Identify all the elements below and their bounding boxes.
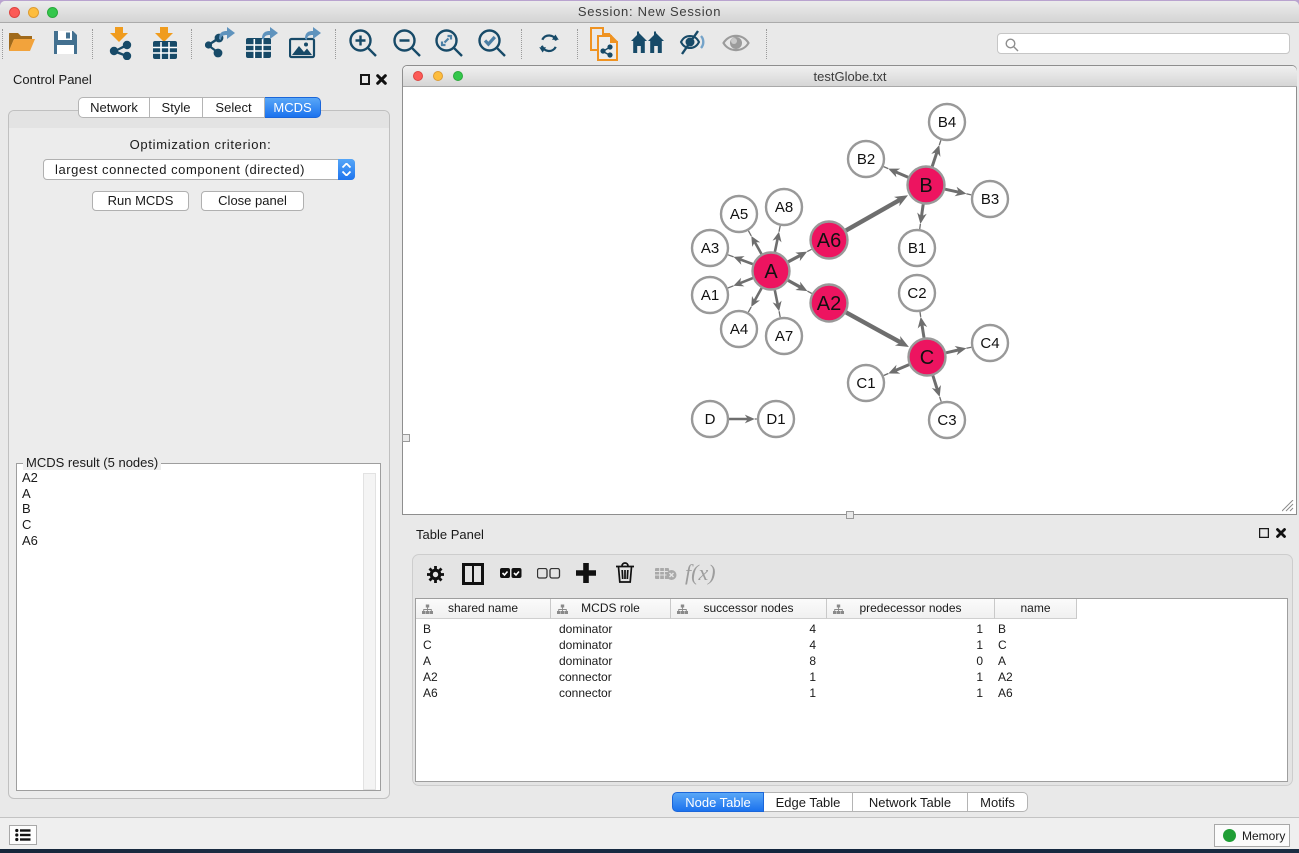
svg-text:A5: A5 <box>730 206 748 223</box>
svg-text:B3: B3 <box>981 191 999 208</box>
svg-text:A3: A3 <box>701 240 719 257</box>
svg-text:B: B <box>919 175 932 197</box>
svg-text:B2: B2 <box>857 151 875 168</box>
svg-text:C2: C2 <box>907 285 926 302</box>
svg-text:C3: C3 <box>937 412 956 429</box>
svg-text:A4: A4 <box>730 321 748 338</box>
svg-text:A1: A1 <box>701 287 719 304</box>
svg-text:C1: C1 <box>856 375 875 392</box>
svg-text:A7: A7 <box>775 328 793 345</box>
svg-text:A8: A8 <box>775 199 793 216</box>
svg-text:A: A <box>764 261 778 283</box>
svg-text:C: C <box>920 347 934 369</box>
svg-text:D: D <box>705 411 716 428</box>
svg-text:B1: B1 <box>908 240 926 257</box>
svg-text:B4: B4 <box>938 114 956 131</box>
svg-text:A6: A6 <box>817 230 841 252</box>
svg-text:C4: C4 <box>980 335 999 352</box>
svg-text:A2: A2 <box>817 293 841 315</box>
svg-text:D1: D1 <box>766 411 785 428</box>
